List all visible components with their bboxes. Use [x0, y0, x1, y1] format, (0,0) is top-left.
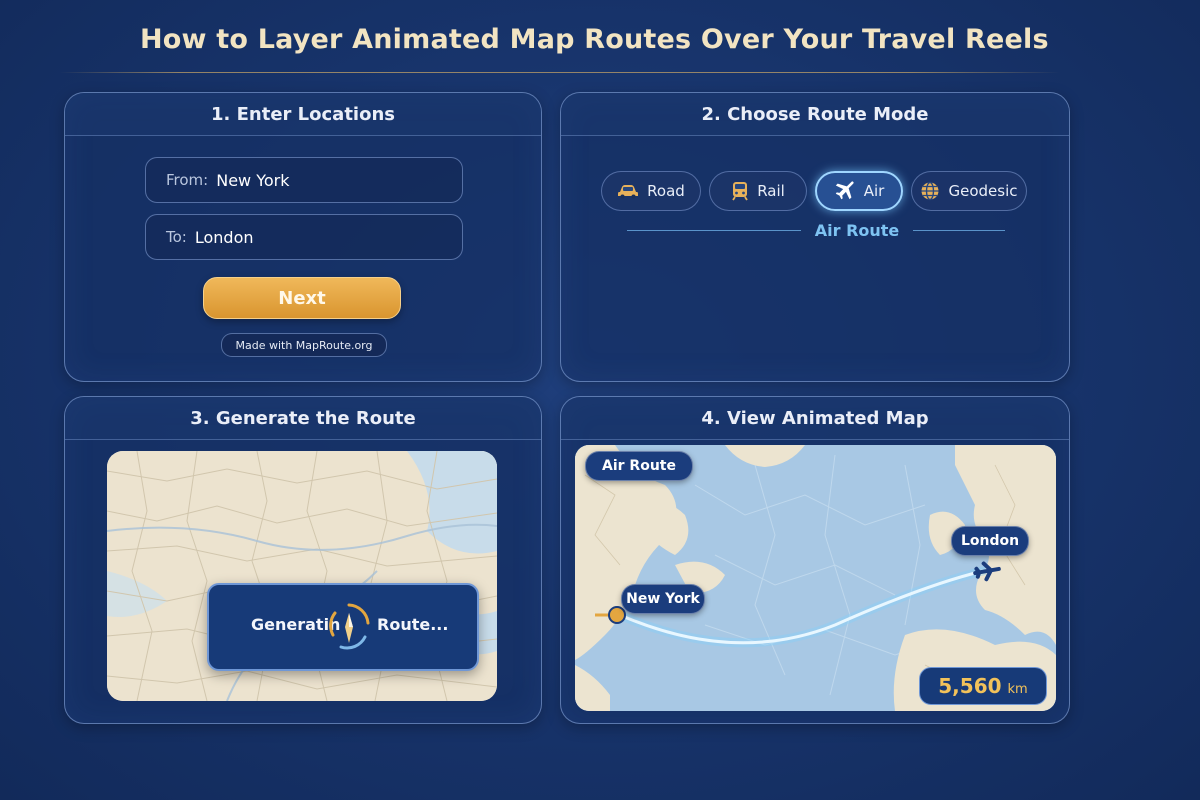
mode-air-label: Air: [863, 182, 885, 200]
step4-header: 4. View Animated Map: [561, 397, 1069, 440]
globe-icon: [921, 181, 939, 201]
step3-header: 3. Generate the Route: [65, 397, 541, 440]
origin-label: New York: [621, 584, 705, 614]
distance-unit: km: [1007, 682, 1028, 697]
from-value[interactable]: New York: [216, 171, 289, 190]
step2-title: 2. Choose Route Mode: [701, 103, 929, 125]
mode-road-button[interactable]: Road: [601, 171, 701, 211]
loading-spinner-icon: [329, 603, 370, 650]
from-field[interactable]: From: New York: [145, 157, 463, 203]
plane-icon: [835, 181, 854, 200]
mode-geodesic-button[interactable]: Geodesic: [911, 171, 1027, 211]
train-icon: [732, 182, 748, 201]
step3-panel: 3. Generate the Route Generatin Route...: [64, 396, 542, 724]
mode-geodesic-label: Geodesic: [948, 182, 1018, 200]
mode-divider-left: [627, 230, 801, 231]
air-route-chip: Air Route: [585, 451, 693, 481]
step1-header: 1. Enter Locations: [65, 93, 541, 136]
car-icon: [618, 185, 639, 199]
generating-map: Generatin Route...: [107, 451, 497, 701]
to-label: To:: [166, 228, 187, 246]
page-title: How to Layer Animated Map Routes Over Yo…: [140, 24, 1049, 55]
step1-panel: 1. Enter Locations From: New York To: Lo…: [64, 92, 542, 382]
mode-rail-button[interactable]: Rail: [709, 171, 807, 211]
destination-label: London: [951, 526, 1029, 556]
mode-road-label: Road: [647, 182, 685, 200]
step4-panel: 4. View Animated Map Air Route London Ne…: [560, 396, 1070, 724]
next-button[interactable]: Next: [203, 277, 401, 319]
generating-status-box: Generatin Route...: [207, 583, 479, 671]
mode-air-button[interactable]: Air: [815, 171, 903, 211]
step3-title: 3. Generate the Route: [190, 407, 416, 429]
distance-badge: 5,560 km: [919, 667, 1047, 705]
title-divider: [60, 72, 1060, 73]
selected-mode-caption: Air Route: [814, 221, 900, 240]
maproute-badge[interactable]: Made with MapRoute.org: [221, 333, 387, 357]
distance-value: 5,560: [938, 674, 1002, 698]
generating-text-end: Route...: [377, 615, 449, 634]
from-label: From:: [166, 171, 209, 189]
animated-route-map[interactable]: Air Route London New York 5,560 km: [575, 445, 1056, 711]
step2-panel: 2. Choose Route Mode Road Rail Air Geode…: [560, 92, 1070, 382]
mode-divider-right: [913, 230, 1005, 231]
to-field[interactable]: To: London: [145, 214, 463, 260]
to-value[interactable]: London: [195, 228, 254, 247]
step2-header: 2. Choose Route Mode: [561, 93, 1069, 136]
mode-rail-label: Rail: [757, 182, 785, 200]
step1-title: 1. Enter Locations: [210, 103, 396, 125]
step4-title: 4. View Animated Map: [701, 407, 929, 429]
